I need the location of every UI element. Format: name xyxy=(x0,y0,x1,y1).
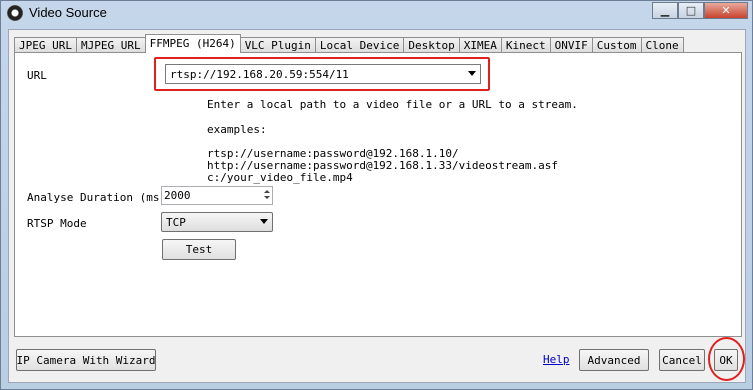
analyse-duration-label: Analyse Duration (ms) xyxy=(27,191,167,204)
highlight-ok-annotation xyxy=(708,337,745,381)
examples-label: examples: xyxy=(207,123,267,136)
video-source-window: Video Source ▁ □ ✕ JPEG URL MJPEG URL FF… xyxy=(0,0,753,390)
ip-camera-wizard-button[interactable]: IP Camera With Wizard xyxy=(16,349,156,371)
dialog-client-area: JPEG URL MJPEG URL FFMPEG (H264) VLC Plu… xyxy=(8,29,746,383)
advanced-button[interactable]: Advanced xyxy=(579,349,649,371)
tab-clone[interactable]: Clone xyxy=(640,37,684,53)
rtsp-mode-select[interactable]: TCP xyxy=(161,212,273,232)
analyse-duration-value: 2000 xyxy=(164,189,191,202)
url-label: URL xyxy=(27,69,47,82)
tab-ximea[interactable]: XIMEA xyxy=(458,37,502,53)
maximize-button[interactable]: □ xyxy=(678,2,704,19)
close-icon: ✕ xyxy=(721,4,731,17)
tab-kinect[interactable]: Kinect xyxy=(500,37,551,53)
tab-custom[interactable]: Custom xyxy=(591,37,642,53)
tab-desktop[interactable]: Desktop xyxy=(403,37,460,53)
tab-mjpeg-url[interactable]: MJPEG URL xyxy=(75,37,146,53)
webcam-icon xyxy=(7,5,23,21)
tab-vlc-plugin[interactable]: VLC Plugin xyxy=(239,37,316,53)
minimize-button[interactable]: ▁ xyxy=(652,2,678,19)
highlight-url-annotation xyxy=(154,57,490,91)
window-title: Video Source xyxy=(29,5,107,20)
close-button[interactable]: ✕ xyxy=(704,2,748,19)
tab-ffmpeg-h264[interactable]: FFMPEG (H264) xyxy=(144,34,241,53)
test-button[interactable]: Test xyxy=(162,239,236,260)
title-bar[interactable]: Video Source ▁ □ ✕ xyxy=(1,1,752,25)
tab-local-device[interactable]: Local Device xyxy=(314,37,405,53)
help-link[interactable]: Help xyxy=(543,353,570,366)
cancel-button[interactable]: Cancel xyxy=(659,349,705,371)
analyse-duration-stepper[interactable]: 2000 xyxy=(161,186,273,205)
tab-jpeg-url[interactable]: JPEG URL xyxy=(14,37,77,53)
tab-bar: JPEG URL MJPEG URL FFMPEG (H264) VLC Plu… xyxy=(14,34,684,53)
maximize-icon: □ xyxy=(685,4,697,17)
example-file: c:/your_video_file.mp4 xyxy=(207,171,353,184)
ffmpeg-panel: URL rtsp://192.168.20.59:554/11 Enter a … xyxy=(14,52,742,337)
minimize-icon: ▁ xyxy=(660,4,670,17)
window-controls: ▁ □ ✕ xyxy=(652,2,748,20)
rtsp-mode-label: RTSP Mode xyxy=(27,217,87,230)
tab-onvif[interactable]: ONVIF xyxy=(549,37,593,53)
rtsp-mode-value: TCP xyxy=(166,216,186,229)
spin-arrows-icon[interactable] xyxy=(262,187,272,204)
chevron-down-icon[interactable] xyxy=(260,219,268,224)
info-text: Enter a local path to a video file or a … xyxy=(207,98,578,111)
